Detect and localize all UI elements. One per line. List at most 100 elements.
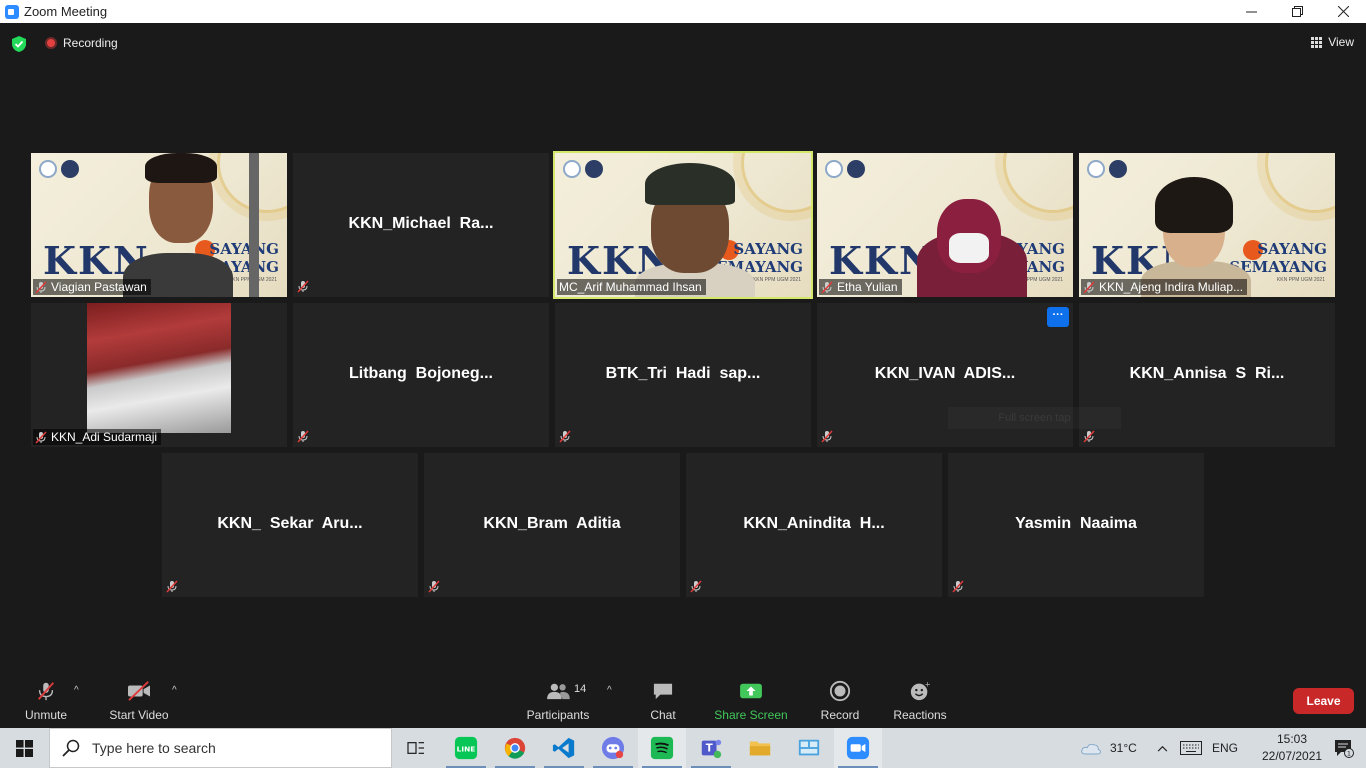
discord-icon bbox=[601, 736, 625, 760]
participant-tile[interactable]: Yasmin Naaima bbox=[948, 453, 1204, 597]
muted-mic-icon bbox=[35, 430, 47, 444]
line-app-icon: LINE bbox=[454, 736, 478, 760]
participant-name: KKN_ Sekar Aru... bbox=[217, 515, 363, 532]
start-video-label: Start Video bbox=[109, 708, 169, 722]
reactions-smiley-icon: + bbox=[906, 678, 934, 704]
participant-tile[interactable]: KKN_Michael Ra... bbox=[293, 153, 549, 297]
meeting-toolbar: Unmute ^ Start Video ^ Participants 14 ^… bbox=[0, 673, 1366, 728]
security-shield-icon[interactable] bbox=[11, 36, 27, 52]
participant-tile[interactable]: KKN SAYANGSEMAYANG KKN PPM UGM 2021 Viag… bbox=[31, 153, 287, 297]
muted-indicator bbox=[297, 280, 309, 293]
muted-mic-icon bbox=[821, 430, 833, 443]
participant-name: Litbang Bojoneg... bbox=[349, 365, 493, 382]
muted-microphone-icon bbox=[32, 678, 60, 704]
chevron-up-icon bbox=[1157, 745, 1168, 752]
participant-name: BTK_Tri Hadi sap... bbox=[605, 365, 761, 382]
record-button[interactable]: Record bbox=[812, 673, 868, 728]
muted-mic-icon bbox=[297, 280, 309, 293]
action-center-button[interactable]: 1 bbox=[1334, 738, 1354, 758]
participants-count: 14 bbox=[574, 683, 587, 695]
participant-name-label: MC_Arif Muhammad Ihsan bbox=[557, 279, 706, 295]
taskbar-chrome-app[interactable] bbox=[491, 728, 539, 768]
folder-icon bbox=[749, 741, 771, 756]
participants-label: Participants bbox=[526, 708, 590, 722]
start-button[interactable] bbox=[0, 728, 48, 768]
participant-tile[interactable]: KKN_ Sekar Aru... bbox=[162, 453, 418, 597]
taskbar-teams-app[interactable]: T bbox=[687, 728, 735, 768]
input-language-button[interactable]: ENG bbox=[1212, 728, 1238, 768]
view-button[interactable]: View bbox=[1311, 35, 1354, 49]
spotify-icon bbox=[650, 736, 674, 760]
reactions-button[interactable]: + Reactions bbox=[890, 673, 950, 728]
taskbar-vscode-app[interactable] bbox=[540, 728, 588, 768]
participant-tile[interactable]: KKN_Bram Aditia bbox=[424, 453, 680, 597]
muted-indicator bbox=[952, 580, 964, 593]
keyboard-icon bbox=[1180, 741, 1202, 755]
participants-icon bbox=[544, 678, 572, 704]
meeting-area: Recording View KKN SAYANG SEMAYANG KKN PP… bbox=[0, 23, 1366, 728]
unmute-button[interactable]: Unmute bbox=[16, 673, 76, 728]
taskbar-control-panel-app[interactable] bbox=[785, 728, 833, 768]
muted-indicator bbox=[297, 430, 309, 443]
view-label: View bbox=[1328, 35, 1354, 49]
record-label: Record bbox=[820, 708, 860, 722]
muted-indicator bbox=[1083, 430, 1095, 443]
muted-indicator bbox=[166, 580, 178, 593]
cloud-weather-icon bbox=[1081, 743, 1101, 754]
branding-subtitle: KKN PPM UGM 2021 bbox=[752, 277, 801, 283]
participant-tile[interactable]: KKN_Adi Sudarmaji bbox=[31, 303, 287, 447]
touch-keyboard-button[interactable] bbox=[1180, 728, 1202, 768]
audio-options-chevron-icon[interactable]: ^ bbox=[74, 685, 79, 696]
temperature-label: 31°C bbox=[1110, 741, 1137, 755]
branding-subtitle: KKN PPM UGM 2021 bbox=[1276, 277, 1325, 283]
share-screen-button[interactable]: Share Screen bbox=[712, 673, 790, 728]
start-video-button[interactable]: Start Video bbox=[104, 673, 174, 728]
teams-icon: T bbox=[701, 739, 722, 759]
leave-button[interactable]: Leave bbox=[1293, 688, 1354, 714]
taskbar-file-explorer-app[interactable] bbox=[736, 728, 784, 768]
participant-video: KKN SAYANGSEMAYANG KKN PPM UGM 2021 bbox=[1079, 153, 1335, 297]
muted-mic-icon bbox=[35, 280, 47, 294]
task-view-button[interactable] bbox=[392, 728, 440, 768]
participant-tile[interactable]: KKN_Anindita H... bbox=[686, 453, 942, 597]
task-view-icon bbox=[407, 742, 424, 754]
taskbar-search-box[interactable]: Type here to search bbox=[49, 728, 392, 768]
participant-video: KKN SAYANGSEMAYANG KKN PPM UGM 2021 bbox=[817, 153, 1073, 297]
notification-icon: 1 bbox=[1335, 740, 1354, 758]
active-speaker-tile[interactable]: KKN SAYANG SEMAYANG KKN PPM UGM 2021 MC_A… bbox=[553, 151, 813, 299]
participant-name: KKN_Bram Aditia bbox=[483, 515, 621, 532]
minimize-button[interactable] bbox=[1228, 0, 1274, 23]
participant-name: Yasmin Naaima bbox=[1015, 515, 1137, 532]
participant-tile[interactable]: Litbang Bojoneg... bbox=[293, 303, 549, 447]
more-options-button[interactable]: ··· bbox=[1047, 307, 1069, 327]
show-hidden-icons-button[interactable] bbox=[1157, 728, 1168, 768]
participant-tile[interactable]: KKN SAYANG SEMAYANG KKN PPM UGM 2021 KKN_… bbox=[1079, 153, 1335, 297]
participant-video: KKN SAYANGSEMAYANG KKN PPM UGM 2021 bbox=[555, 153, 811, 297]
participants-options-chevron-icon[interactable]: ^ bbox=[607, 685, 612, 696]
record-icon bbox=[826, 678, 854, 704]
recording-indicator[interactable]: Recording bbox=[45, 36, 118, 50]
participant-name: KKN_Michael Ra... bbox=[348, 215, 494, 232]
taskbar-clock[interactable]: 15:03 22/07/2021 bbox=[1262, 731, 1322, 765]
window-titlebar: Zoom Meeting bbox=[0, 0, 1366, 23]
minimize-icon bbox=[1245, 11, 1257, 13]
windows-taskbar: Type here to search LINE T 31°C ENG 15:0… bbox=[0, 728, 1366, 768]
taskbar-spotify-app[interactable] bbox=[638, 728, 686, 768]
participant-tile[interactable]: KKN SAYANGSEMAYANG KKN PPM UGM 2021 Etha… bbox=[817, 153, 1073, 297]
weather-widget[interactable]: 31°C bbox=[1080, 728, 1137, 768]
close-button[interactable] bbox=[1320, 0, 1366, 23]
close-icon bbox=[1337, 6, 1349, 17]
restore-button[interactable] bbox=[1274, 0, 1320, 23]
recording-label: Recording bbox=[63, 36, 118, 50]
participant-tile[interactable]: BTK_Tri Hadi sap... bbox=[555, 303, 811, 447]
chat-button[interactable]: Chat bbox=[638, 673, 688, 728]
taskbar-discord-app[interactable] bbox=[589, 728, 637, 768]
participants-button[interactable]: Participants bbox=[522, 673, 594, 728]
taskbar-zoom-app[interactable] bbox=[834, 728, 882, 768]
full-screen-tooltip: Full screen tap bbox=[948, 407, 1121, 429]
reactions-label: Reactions bbox=[893, 708, 947, 722]
taskbar-line-app[interactable]: LINE bbox=[442, 728, 490, 768]
participant-name: KKN_Anindita H... bbox=[743, 515, 885, 532]
search-icon bbox=[62, 739, 80, 757]
video-options-chevron-icon[interactable]: ^ bbox=[172, 685, 177, 696]
